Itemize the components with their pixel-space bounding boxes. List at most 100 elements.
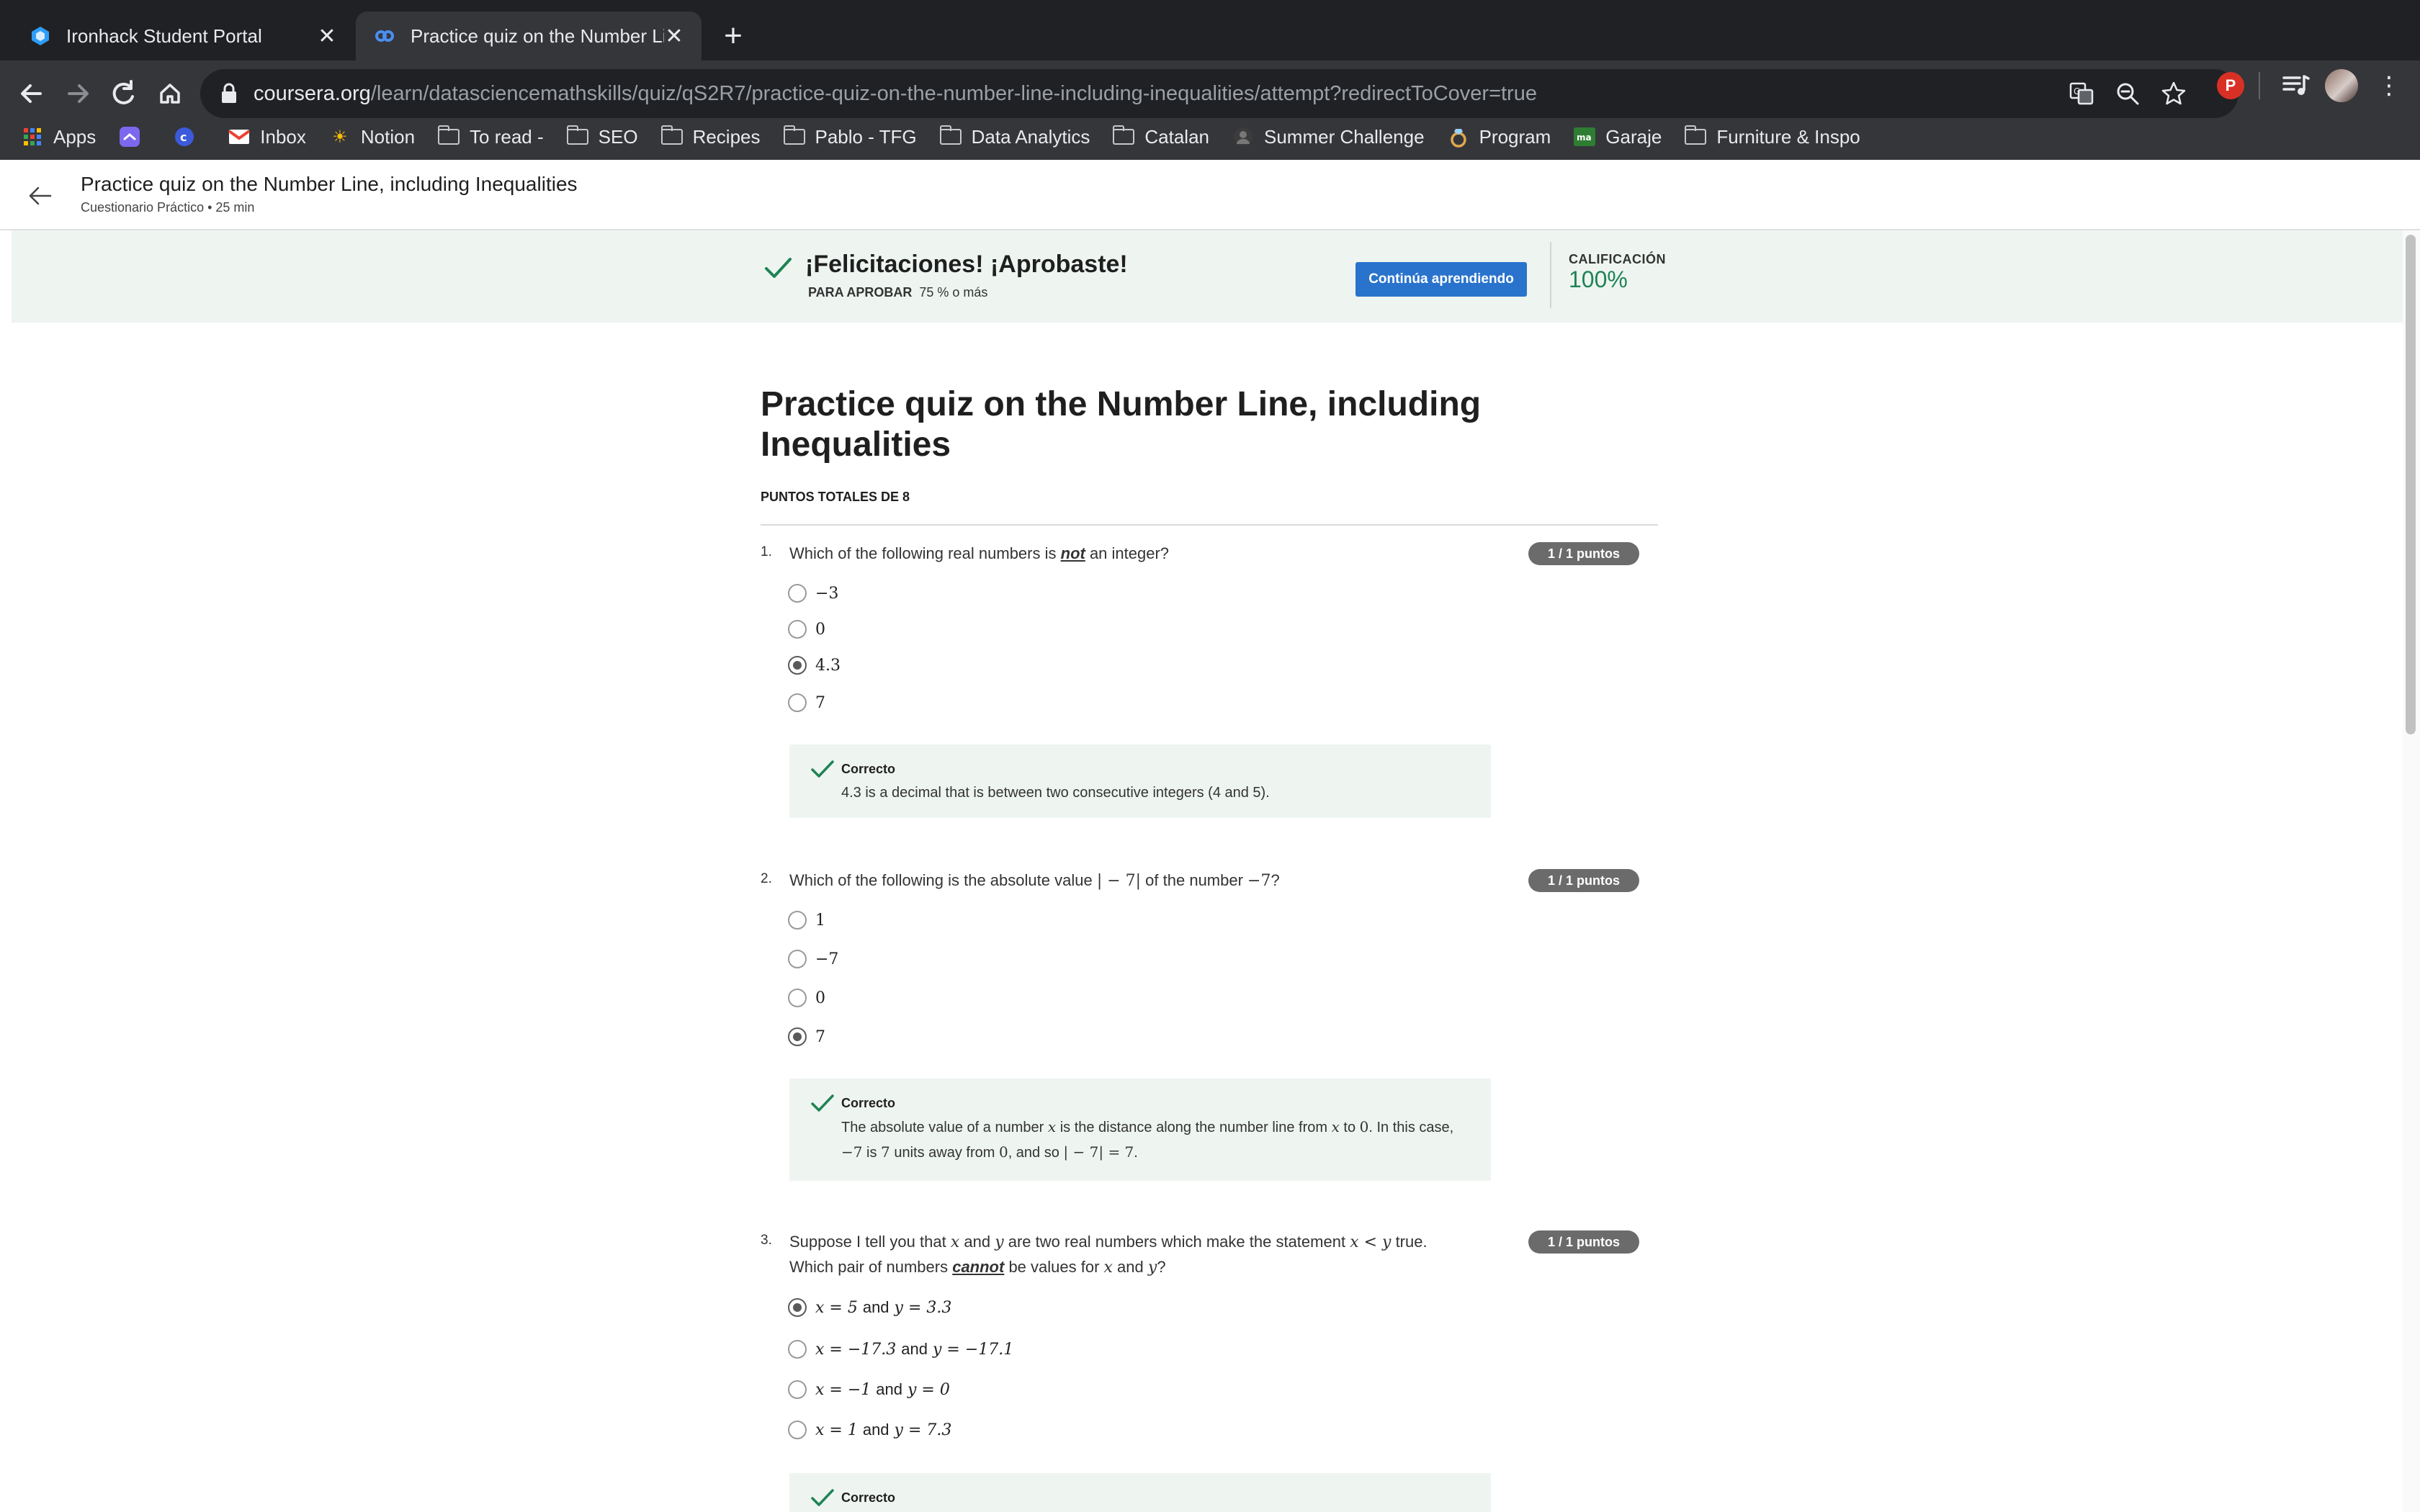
radio-button[interactable] [788,1380,807,1399]
bookmark-star-icon[interactable] [2161,81,2187,107]
tab-strip: Ironhack Student Portal ✕ Practice quiz … [0,0,2420,60]
grade-label: CALIFICACIÓN [1569,252,1666,266]
forward-icon[interactable] [58,73,98,114]
radio-button[interactable] [788,950,807,968]
bookmark-data-analytics[interactable]: Data Analytics [939,125,1090,148]
close-tab-icon[interactable]: ✕ [317,24,337,49]
profile-extension-icon[interactable]: P [2217,72,2244,99]
media-control-icon[interactable] [2282,72,2311,99]
course-header: Practice quiz on the Number Line, includ… [0,160,2420,230]
bookmark-label: SEO [598,125,638,148]
answer-option[interactable]: x = 1 and y = 7.3 [788,1417,951,1443]
bookmark-recipes[interactable]: Recipes [660,125,761,148]
math-expression: −7 [841,1143,863,1161]
svg-text:ma: ma [1577,132,1592,143]
avatar[interactable] [2325,69,2358,102]
translate-icon[interactable]: G [2069,81,2094,107]
avatar-icon [1232,127,1254,146]
option-label: x = 1 and y = 7.3 [815,1421,951,1439]
bookmark-seo[interactable]: SEO [566,125,638,148]
pass-value: 75 % o más [919,285,988,300]
checkmark-icon [811,1094,834,1112]
feedback-text-part: The absolute value of a number [841,1120,1048,1135]
reload-icon[interactable] [104,73,144,114]
question-text-part: Which of the following real numbers is [789,544,1061,562]
bookmarks-bar: Apps c Inbox ☀ Notion To read - SEO Reci… [0,114,2420,160]
answer-option[interactable]: 0 [788,985,825,1011]
option-label: x = 5 and y = 3.3 [815,1298,951,1317]
question-text-part: are two real numbers which make the stat… [1003,1233,1350,1251]
radio-button[interactable] [788,911,807,930]
back-arrow-icon[interactable] [24,180,56,212]
answer-option[interactable]: 4.3 [788,652,841,678]
answer-option[interactable]: x = 5 and y = 3.3 [788,1295,951,1320]
bookmark-to-read[interactable]: To read - [438,125,544,148]
radio-button[interactable] [788,1421,807,1439]
question-emphasis: not [1060,544,1085,562]
tab-practice-quiz[interactable]: Practice quiz on the Number Line, includ… [356,12,702,60]
question-number: 3. [761,1233,772,1248]
zoom-icon[interactable] [2115,81,2141,107]
address-bar[interactable]: coursera.org/learn/datasciencemathskills… [200,69,2238,118]
bookmark-catalan[interactable]: Catalan [1113,125,1209,148]
bookmark-pablo-tfg[interactable]: Pablo - TFG [783,125,917,148]
question-number: 1. [761,544,772,559]
bookmark-extension-c[interactable]: c [174,127,205,146]
bookmark-summer-challenge[interactable]: Summer Challenge [1232,126,1425,148]
radio-button[interactable] [788,989,807,1007]
back-icon[interactable] [12,73,52,114]
feedback-text: The absolute value of a number x is the … [841,1115,1619,1165]
answer-option[interactable]: −3 [788,580,838,606]
browser-toolbar: coursera.org/learn/datasciencemathskills… [0,60,2420,171]
tab-ironhack[interactable]: Ironhack Student Portal ✕ [12,12,354,60]
bookmark-apps[interactable]: Apps [22,126,96,148]
feedback-box: Correcto 4.3 is a decimal that is betwee… [789,744,1491,818]
close-tab-icon[interactable]: ✕ [664,24,684,49]
page-title: Practice quiz on the Number Line, includ… [81,173,578,195]
radio-button-selected[interactable] [788,1027,807,1046]
bookmark-label: Inbox [260,125,306,148]
radio-button[interactable] [788,620,807,639]
question-text-part: be values for [1004,1258,1104,1276]
continue-learning-button[interactable]: Continúa aprendiendo [1355,262,1527,297]
bookmark-furniture-inspo[interactable]: Furniture & Inspo [1685,125,1860,148]
bookmark-clickup[interactable] [119,127,151,147]
bookmark-garaje[interactable]: ma Garaje [1574,126,1662,148]
answer-option[interactable]: 1 [788,907,825,933]
home-icon[interactable] [150,73,190,114]
feedback-text-part: , and so [1008,1145,1064,1161]
answer-option[interactable]: 7 [788,690,825,716]
option-label: 4.3 [815,656,841,675]
feedback-text-part: units away from [889,1145,999,1161]
answer-option[interactable]: x = −1 and y = 0 [788,1377,950,1403]
question-text-part: ? [1270,871,1280,889]
chrome-menu-icon[interactable]: ⋮ [2377,69,2401,102]
bookmark-inbox[interactable]: Inbox [228,126,306,148]
and-word: and [876,1380,902,1398]
radio-button[interactable] [788,1340,807,1359]
scrollbar-thumb[interactable] [2406,235,2416,734]
math-expression: x = 5 [815,1299,858,1317]
radio-button-selected[interactable] [788,656,807,675]
math-expression: y [995,1233,1004,1251]
question-number: 2. [761,871,772,886]
tab-label: Ironhack Student Portal [66,24,262,47]
radio-button[interactable] [788,584,807,603]
radio-button[interactable] [788,693,807,712]
feedback-box: Correcto [789,1473,1491,1512]
new-tab-icon[interactable]: + [713,16,753,56]
bookmark-label: To read - [470,125,544,148]
question-text-part: Which pair of numbers [789,1258,953,1276]
question-text-part: of the number [1141,871,1248,889]
bookmark-notion[interactable]: ☀ Notion [329,126,415,148]
option-label: 7 [815,693,825,712]
feedback-box: Correcto The absolute value of a number … [789,1079,1491,1181]
answer-option[interactable]: 0 [788,616,825,642]
answer-option[interactable]: 7 [788,1024,825,1050]
answer-option[interactable]: x = −17.3 and y = −17.1 [788,1336,1013,1362]
radio-button-selected[interactable] [788,1298,807,1317]
question-text-part: Which of the following is the absolute v… [789,871,1097,889]
tab-label: Practice quiz on the Number Line, includ… [411,24,664,47]
bookmark-program[interactable]: Program [1448,126,1551,148]
answer-option[interactable]: −7 [788,946,838,972]
